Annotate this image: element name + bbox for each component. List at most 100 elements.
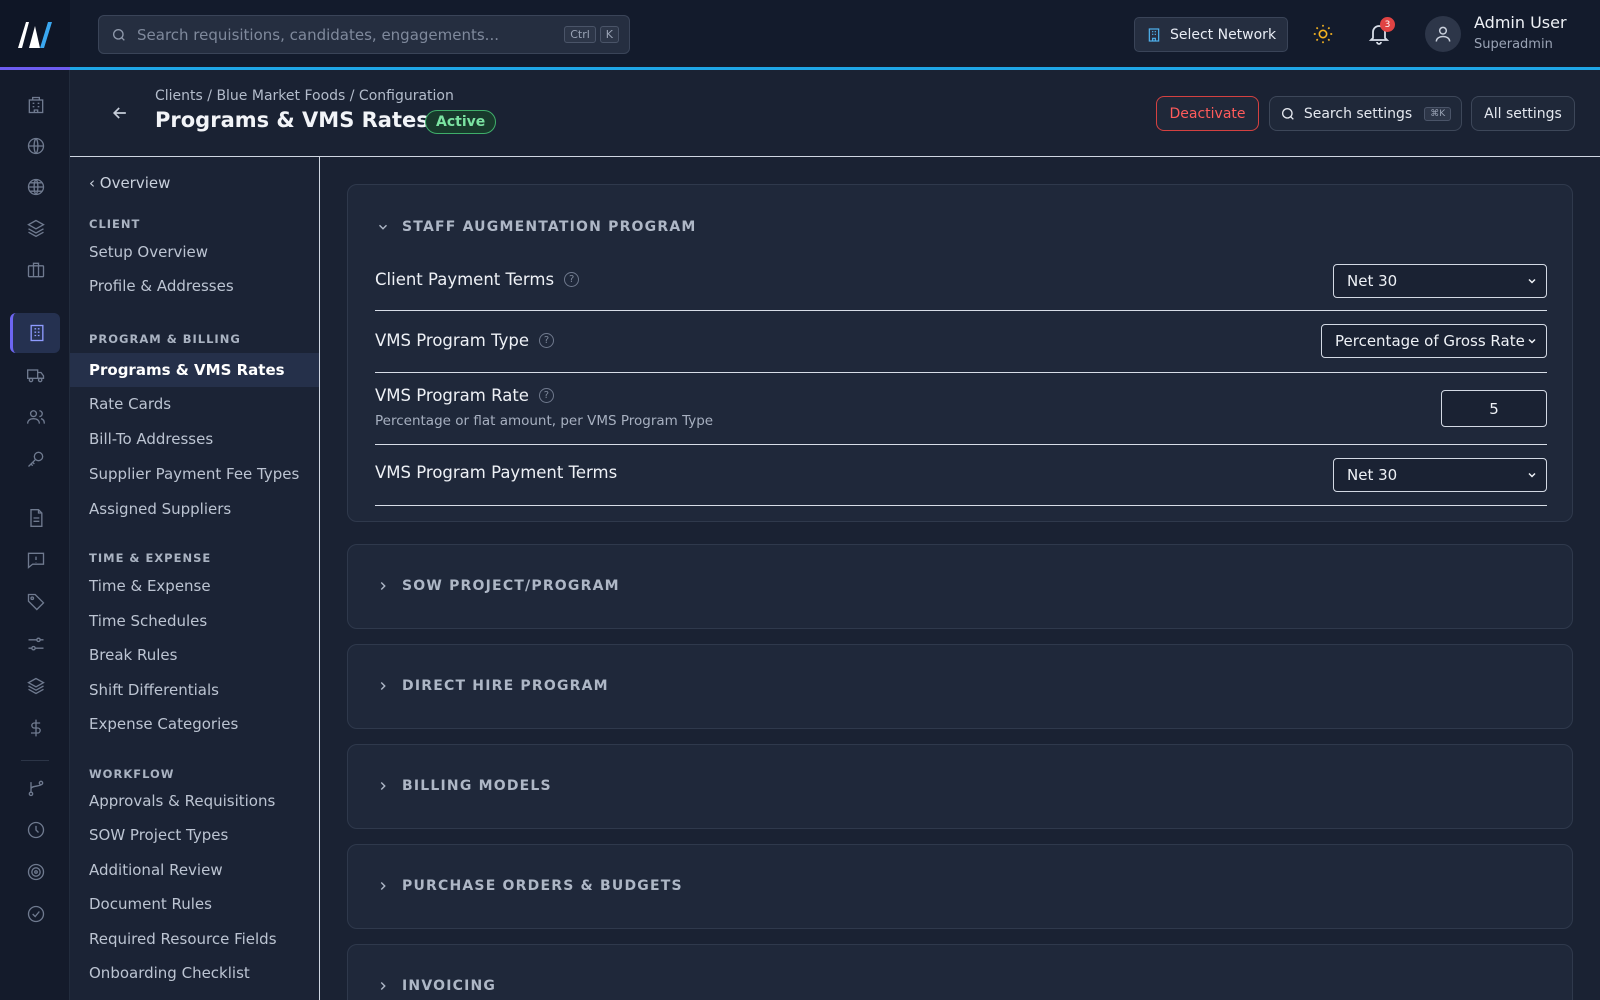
stack-icon[interactable]: [19, 669, 53, 703]
nav-item-rate-cards[interactable]: Rate Cards: [89, 395, 171, 413]
direct-hire-program-title: DIRECT HIRE PROGRAM: [402, 678, 609, 694]
purchase-orders-budgets-title: PURCHASE ORDERS & BUDGETS: [402, 878, 683, 894]
help-icon[interactable]: ?: [538, 388, 554, 403]
vms-program-payment-terms-select[interactable]: Net 30: [1333, 458, 1547, 492]
nav-item-assigned-suppliers[interactable]: Assigned Suppliers: [89, 500, 231, 518]
vms-program-rate-text: VMS Program Rate: [375, 386, 529, 405]
shortcut-key-cmd-k: ⌘K: [1424, 106, 1452, 121]
vms-program-type-select[interactable]: Percentage of Gross Rate: [1321, 324, 1547, 358]
shortcut-key-k: K: [599, 26, 619, 43]
purchase-orders-budgets-header[interactable]: PURCHASE ORDERS & BUDGETS: [376, 878, 683, 894]
help-icon[interactable]: ?: [539, 333, 555, 348]
vms-program-payment-terms-row: VMS Program Payment Terms Net 30: [375, 445, 1547, 506]
nav-item-expense-categories[interactable]: Expense Categories: [89, 715, 238, 733]
billing-models-card[interactable]: BILLING MODELS: [347, 744, 1573, 829]
clock-icon[interactable]: [19, 813, 53, 847]
billing-models-title: BILLING MODELS: [402, 778, 552, 794]
nav-item-supplier-payment-fee-types[interactable]: Supplier Payment Fee Types: [89, 465, 299, 483]
nav-item-break-rules[interactable]: Break Rules: [89, 646, 177, 664]
direct-hire-program-header[interactable]: DIRECT HIRE PROGRAM: [376, 678, 609, 694]
chevron-down-icon: [1528, 472, 1536, 478]
file-icon[interactable]: [19, 501, 53, 535]
vms-program-payment-terms-value: Net 30: [1347, 466, 1398, 484]
client-payment-terms-label: Client Payment Terms ?: [375, 270, 580, 289]
nav-item-required-resource-fields[interactable]: Required Resource Fields: [89, 930, 277, 948]
settings-sidebar: ‹ Overview CLIENT Setup Overview Profile…: [70, 157, 320, 1000]
target-icon[interactable]: [19, 855, 53, 889]
nav-item-shift-differentials[interactable]: Shift Differentials: [89, 681, 219, 699]
vms-program-type-text: VMS Program Type: [375, 331, 530, 350]
notifications-bell-icon[interactable]: 3: [1367, 17, 1395, 45]
nav-item-profile-addresses[interactable]: Profile & Addresses: [89, 277, 234, 295]
theme-toggle-sun-icon[interactable]: [1312, 23, 1334, 45]
select-network-button[interactable]: Select Network: [1134, 17, 1288, 52]
globe-icon[interactable]: [19, 129, 53, 163]
nav-item-programs-vms-rates[interactable]: Programs & VMS Rates: [70, 353, 319, 387]
nav-item-sow-project-types[interactable]: SOW Project Types: [89, 826, 228, 844]
user-name[interactable]: Admin User: [1474, 13, 1567, 32]
globe-alt-icon[interactable]: [19, 170, 53, 204]
chevron-right-icon: [380, 982, 386, 990]
help-icon[interactable]: ?: [564, 272, 580, 287]
invoicing-card[interactable]: INVOICING: [347, 944, 1573, 1000]
briefcase-icon[interactable]: [19, 253, 53, 287]
global-search-input[interactable]: Search requisitions, candidates, engagem…: [98, 15, 630, 54]
building-icon[interactable]: [19, 88, 53, 122]
invoicing-header[interactable]: INVOICING: [376, 978, 496, 994]
app-logo[interactable]: [0, 0, 70, 70]
nav-item-onboarding-checklist[interactable]: Onboarding Checklist: [89, 964, 250, 982]
purchase-orders-budgets-card[interactable]: PURCHASE ORDERS & BUDGETS: [347, 844, 1573, 929]
all-settings-button[interactable]: All settings: [1471, 96, 1575, 131]
all-settings-label: All settings: [1484, 105, 1562, 122]
client-payment-terms-text: Client Payment Terms: [375, 270, 555, 289]
status-badge: Active: [425, 110, 497, 134]
nav-item-time-expense[interactable]: Time & Expense: [89, 577, 211, 595]
rail-divider: [21, 760, 49, 761]
clients-icon[interactable]: [10, 313, 60, 353]
nav-item-additional-review[interactable]: Additional Review: [89, 861, 223, 879]
notification-count-badge: 3: [1380, 17, 1395, 32]
billing-models-header[interactable]: BILLING MODELS: [376, 778, 552, 794]
vms-program-type-label: VMS Program Type ?: [375, 331, 555, 350]
deactivate-button[interactable]: Deactivate: [1156, 96, 1259, 131]
network-building-icon: [1148, 27, 1160, 42]
chevron-right-icon: [380, 782, 386, 790]
nav-item-time-schedules[interactable]: Time Schedules: [89, 612, 207, 630]
sow-project-program-card[interactable]: SOW PROJECT/PROGRAM: [347, 544, 1573, 629]
tag-icon[interactable]: [19, 585, 53, 619]
vms-program-payment-terms-label: VMS Program Payment Terms: [375, 463, 617, 482]
vms-program-rate-input[interactable]: 5: [1441, 390, 1547, 427]
search-settings-button[interactable]: Search settings ⌘K: [1269, 96, 1462, 131]
section-title-client: CLIENT: [89, 217, 141, 231]
section-title-program-billing: PROGRAM & BILLING: [89, 332, 241, 346]
nav-item-setup-overview[interactable]: Setup Overview: [89, 243, 208, 261]
back-arrow-icon[interactable]: [110, 103, 130, 123]
chevron-down-icon: [1528, 278, 1536, 284]
nav-item-approvals-requisitions[interactable]: Approvals & Requisitions: [89, 792, 275, 810]
sliders-icon[interactable]: [19, 627, 53, 661]
nav-item-bill-to-addresses[interactable]: Bill-To Addresses: [89, 430, 213, 448]
breadcrumb[interactable]: Clients / Blue Market Foods / Configurat…: [155, 88, 454, 104]
branch-icon[interactable]: [19, 771, 53, 805]
layers-icon[interactable]: [19, 211, 53, 245]
key-icon[interactable]: [19, 442, 53, 476]
overview-link[interactable]: ‹ Overview: [89, 174, 170, 192]
sow-project-program-header[interactable]: SOW PROJECT/PROGRAM: [376, 578, 620, 594]
direct-hire-program-card[interactable]: DIRECT HIRE PROGRAM: [347, 644, 1573, 729]
chevron-right-icon: [380, 682, 386, 690]
dollar-icon[interactable]: [19, 711, 53, 745]
nav-item-document-rules[interactable]: Document Rules: [89, 895, 212, 913]
section-title-workflow: WORKFLOW: [89, 767, 175, 781]
truck-icon[interactable]: [19, 358, 53, 392]
client-payment-terms-select[interactable]: Net 30: [1333, 264, 1547, 298]
vms-program-type-value: Percentage of Gross Rate: [1335, 332, 1525, 350]
chevron-right-icon: [380, 882, 386, 890]
client-payment-terms-row: Client Payment Terms ? Net 30: [375, 259, 1547, 311]
staff-augmentation-header[interactable]: STAFF AUGMENTATION PROGRAM: [376, 219, 697, 235]
sow-project-program-title: SOW PROJECT/PROGRAM: [402, 578, 620, 594]
check-circle-icon[interactable]: [19, 897, 53, 931]
message-alert-icon[interactable]: [19, 543, 53, 577]
users-icon[interactable]: [19, 400, 53, 434]
user-avatar[interactable]: [1425, 16, 1461, 52]
icon-rail: [0, 0, 70, 1000]
